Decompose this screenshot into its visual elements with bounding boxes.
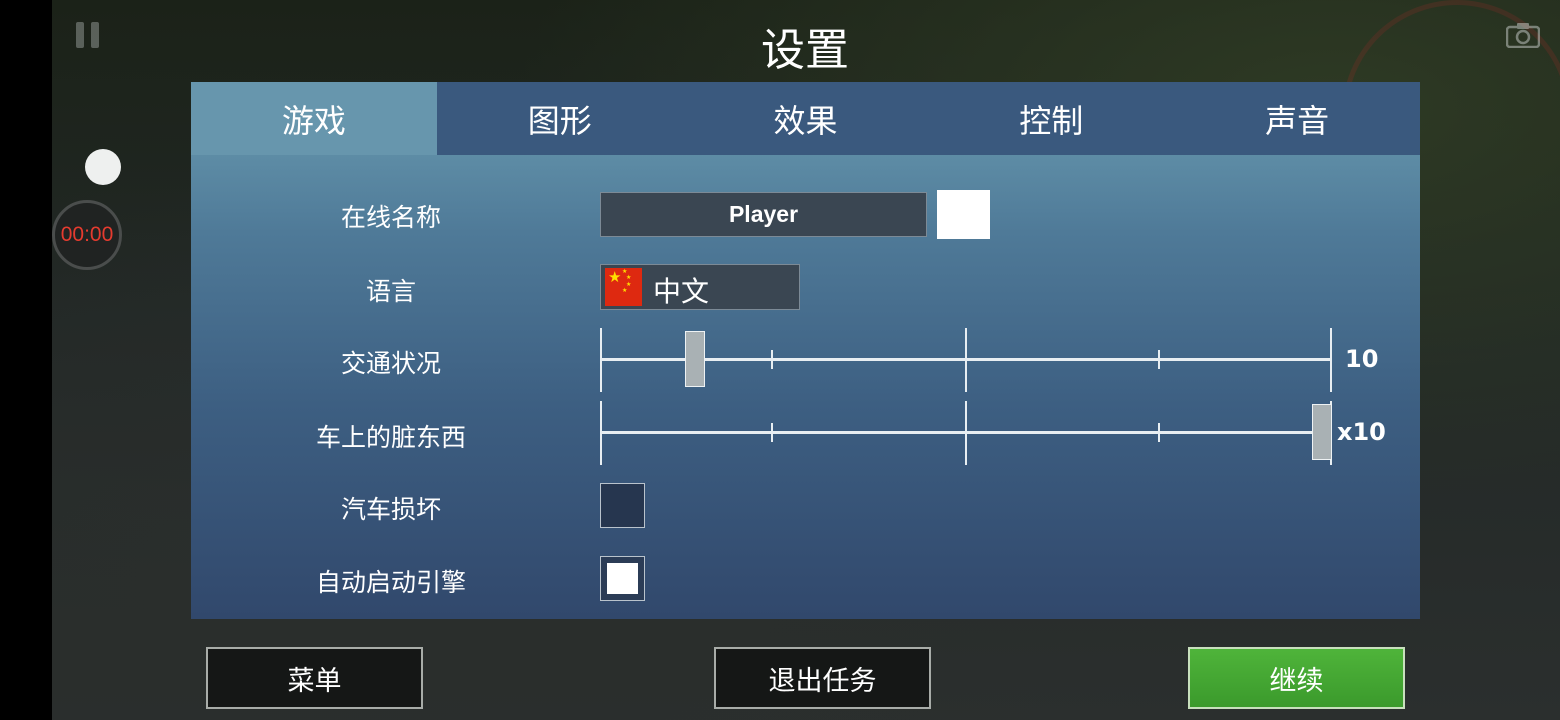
name-color-swatch[interactable] <box>937 190 990 239</box>
slider-tick <box>771 350 773 369</box>
car-damage-checkbox[interactable] <box>600 483 645 528</box>
traffic-label: 交通状况 <box>340 349 441 378</box>
auto-start-engine-checkbox[interactable] <box>600 556 645 601</box>
tab-bar: 游戏 图形 效果 控制 声音 <box>191 82 1420 155</box>
traffic-slider-thumb[interactable] <box>685 331 705 387</box>
tab-effects[interactable]: 效果 <box>683 82 929 155</box>
slider-tick <box>600 328 602 392</box>
language-label: 语言 <box>365 277 416 306</box>
tab-graphics[interactable]: 图形 <box>437 82 683 155</box>
language-value: 中文 <box>653 275 710 308</box>
traffic-slider[interactable] <box>600 328 1332 392</box>
slider-tick <box>771 423 773 442</box>
car-dirt-slider[interactable] <box>600 401 1332 465</box>
page-title: 设置 <box>761 25 849 76</box>
slider-tick <box>965 401 967 465</box>
car-damage-label: 汽车损坏 <box>340 495 441 524</box>
exit-mission-button[interactable]: 退出任务 <box>714 647 931 709</box>
car-dirt-slider-thumb[interactable] <box>1312 404 1332 460</box>
slider-tick <box>1330 328 1332 392</box>
traffic-value: 10 <box>1345 345 1379 373</box>
online-name-field[interactable]: Player <box>600 192 927 237</box>
pause-icon[interactable] <box>70 18 104 52</box>
auto-start-engine-label: 自动启动引擎 <box>315 568 466 597</box>
tab-game[interactable]: 游戏 <box>191 82 437 155</box>
record-timer: 00:00 <box>52 200 122 270</box>
record-button[interactable] <box>85 149 121 185</box>
language-selector[interactable]: ★ ★ ★ ★ ★ 中文 <box>600 264 800 310</box>
settings-panel: 游戏 图形 效果 控制 声音 在线名称 Player 语言 ★ ★ ★ ★ ★ … <box>191 82 1420 619</box>
menu-button[interactable]: 菜单 <box>206 647 423 709</box>
slider-tick <box>1158 423 1160 442</box>
slider-tick <box>600 401 602 465</box>
slider-tick <box>1158 350 1160 369</box>
tab-sound[interactable]: 声音 <box>1174 82 1420 155</box>
online-name-label: 在线名称 <box>340 203 441 232</box>
camera-icon[interactable] <box>1506 22 1540 48</box>
car-dirt-label: 车上的脏东西 <box>315 423 466 452</box>
checkbox-check <box>607 563 638 594</box>
screen-edge <box>0 0 52 720</box>
tab-controls[interactable]: 控制 <box>928 82 1174 155</box>
car-dirt-value: x10 <box>1337 418 1386 446</box>
continue-button[interactable]: 继续 <box>1188 647 1405 709</box>
china-flag-icon: ★ ★ ★ ★ ★ <box>605 268 642 306</box>
slider-tick <box>965 328 967 392</box>
